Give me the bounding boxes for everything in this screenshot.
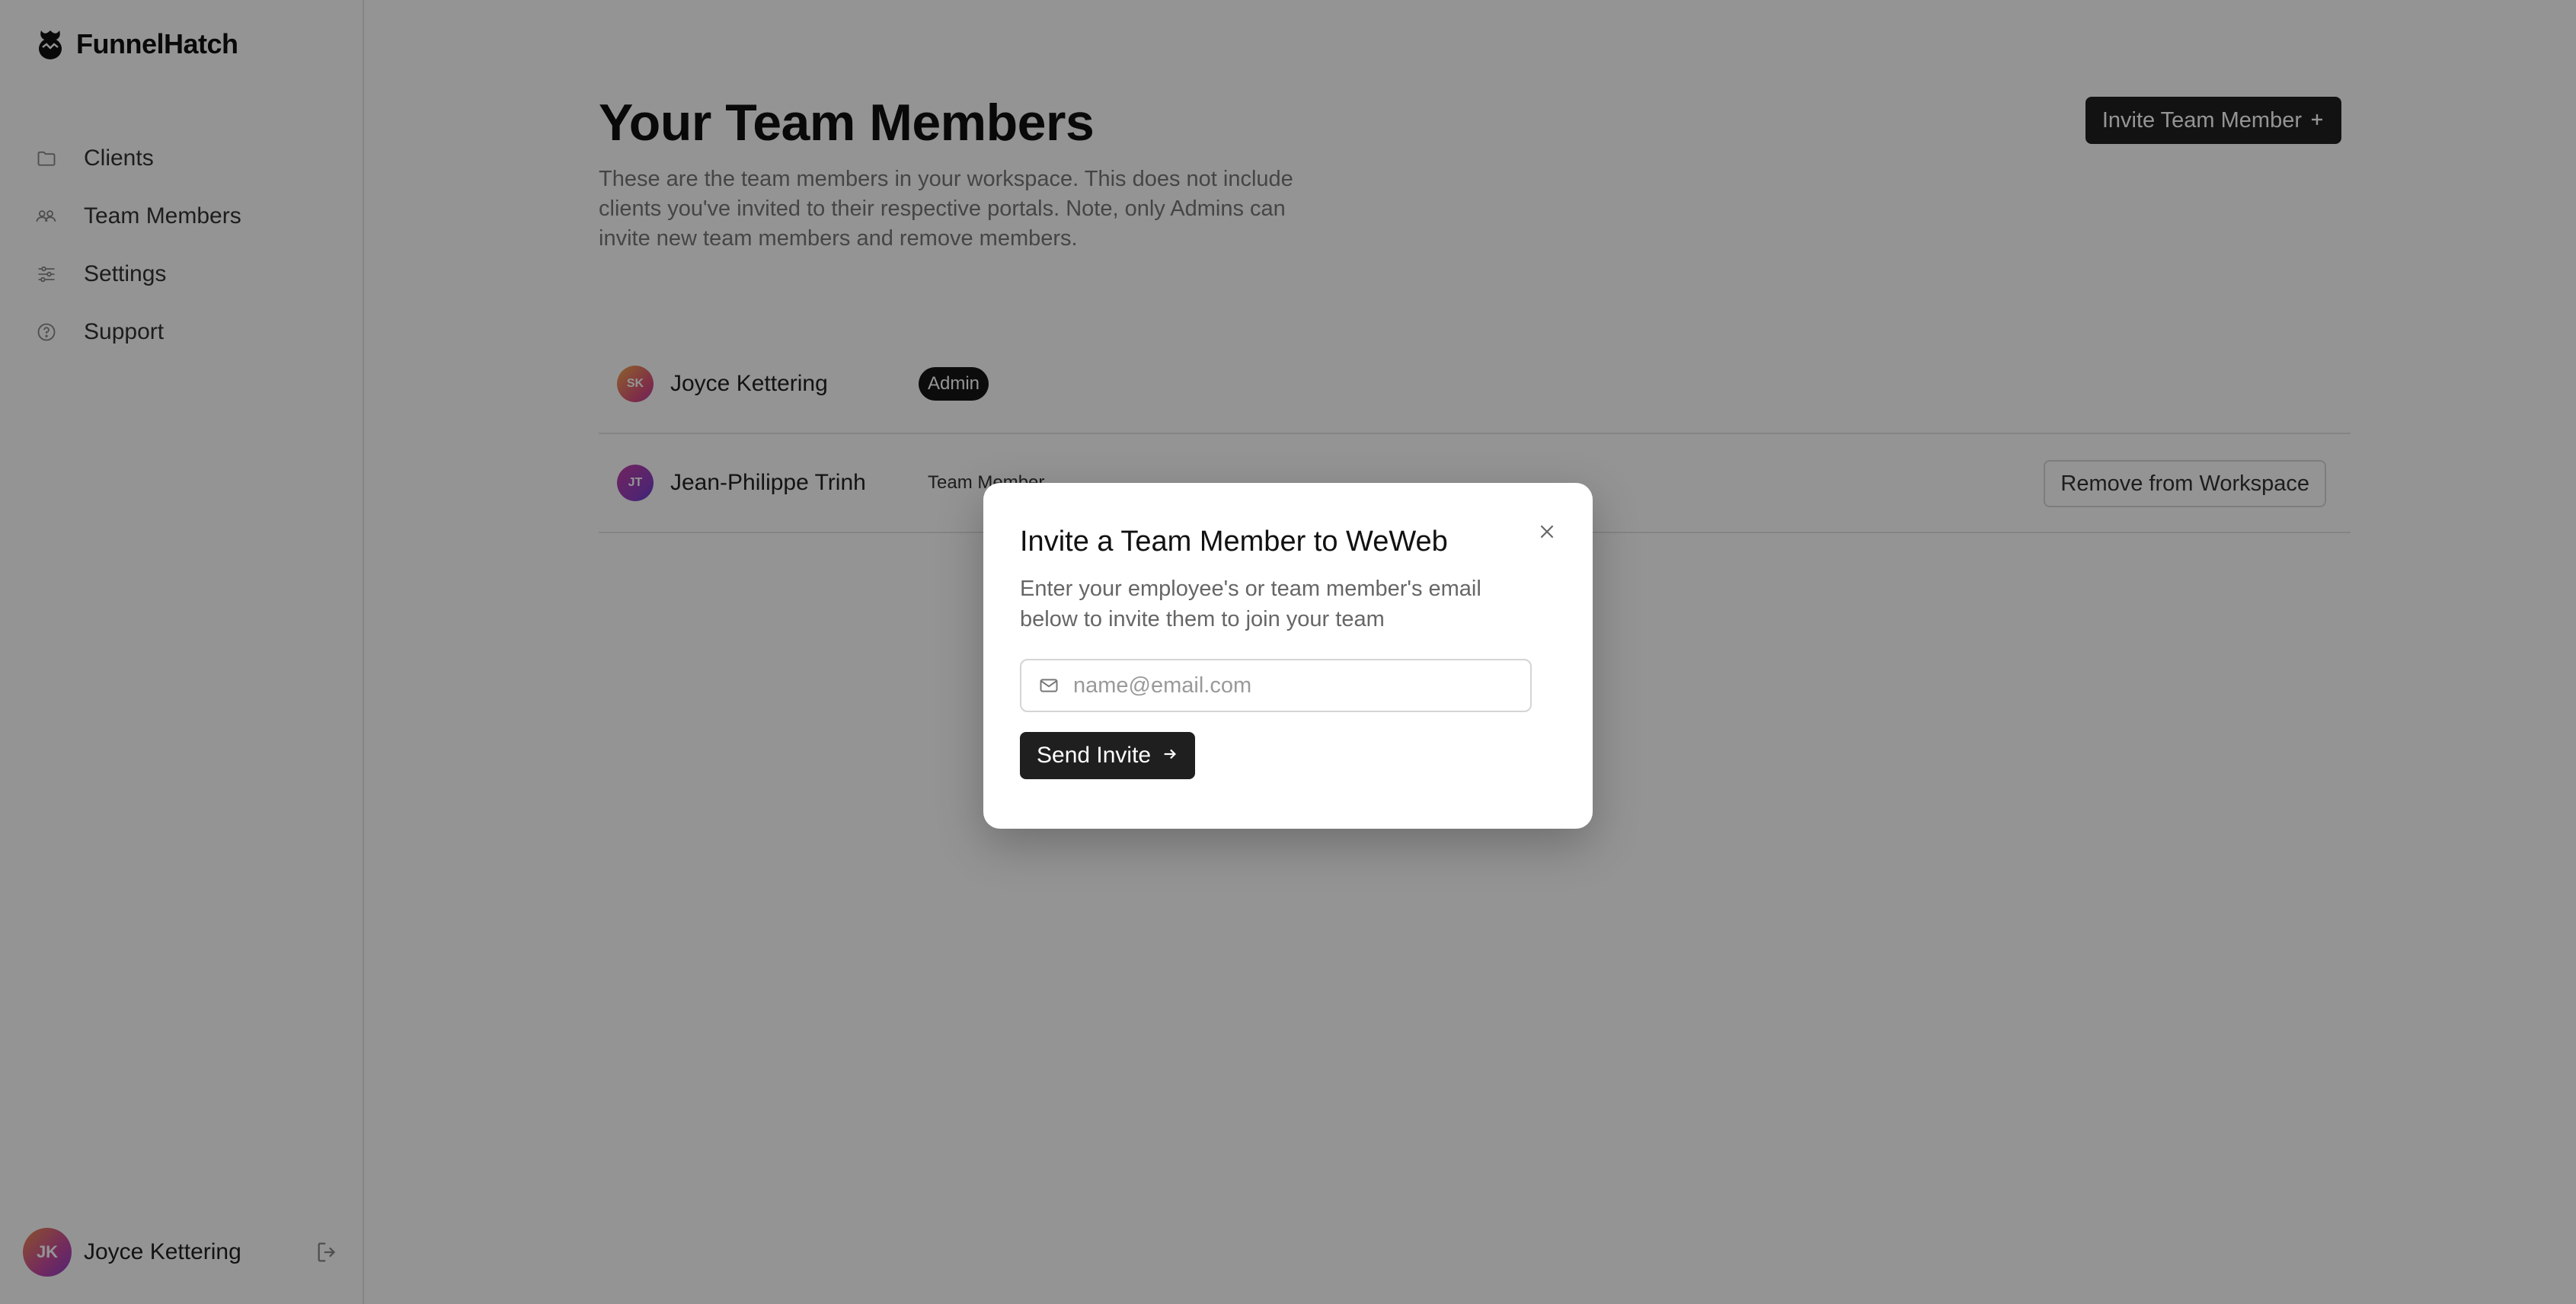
invite-modal: Invite a Team Member to WeWeb Enter your… <box>983 483 1593 829</box>
mail-icon <box>1037 673 1061 698</box>
email-field[interactable] <box>1020 659 1532 712</box>
modal-title: Invite a Team Member to WeWeb <box>1020 526 1448 558</box>
close-icon[interactable] <box>1533 518 1561 545</box>
send-invite-label: Send Invite <box>1037 743 1152 768</box>
arrow-right-icon <box>1162 743 1178 769</box>
email-input[interactable] <box>1073 663 1530 708</box>
modal-description: Enter your employee's or team member's e… <box>1020 577 1481 631</box>
send-invite-button[interactable]: Send Invite <box>1020 732 1196 779</box>
